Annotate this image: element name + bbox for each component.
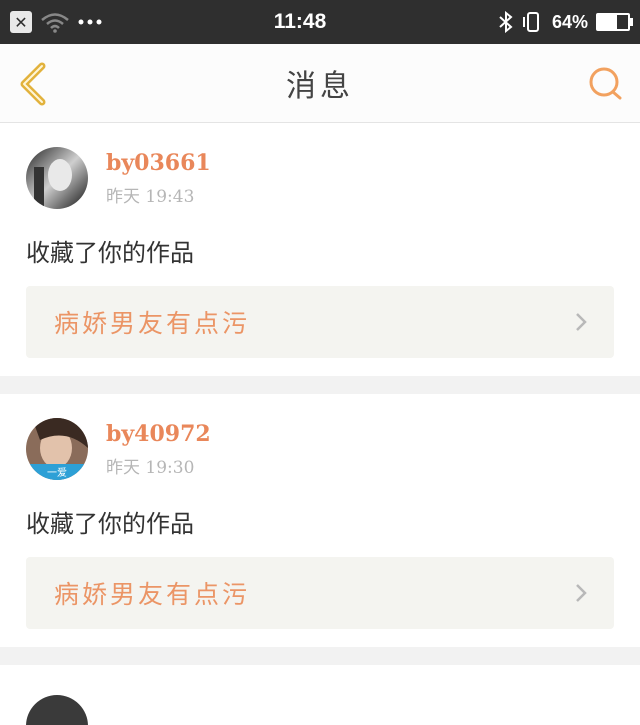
avatar[interactable]	[26, 147, 88, 209]
message-meta: by03661 昨天 19:43	[106, 150, 211, 207]
chevron-right-icon	[576, 584, 587, 602]
work-link[interactable]: 病娇男友有点污	[26, 286, 614, 358]
timestamp: 昨天 19:30	[106, 457, 195, 478]
message-text: 收藏了你的作品	[26, 510, 194, 538]
battery-icon	[596, 13, 633, 31]
message-header: by03661 昨天 19:43	[26, 147, 614, 209]
more-dots-icon	[78, 19, 102, 25]
message-card: 一爱 by40972 昨天 19:30 收藏了你的作品 病娇男友有点污	[0, 394, 640, 647]
status-time: 11:48	[273, 10, 327, 33]
header: 消息	[0, 44, 640, 123]
avatar-badge: 一爱	[47, 466, 67, 479]
username[interactable]: by03661	[106, 150, 211, 176]
page-title: 消息	[286, 69, 354, 104]
message-header: 一爱 by40972 昨天 19:30	[26, 418, 614, 480]
message-text: 收藏了你的作品	[26, 239, 194, 267]
work-link[interactable]: 病娇男友有点污	[26, 557, 614, 629]
phone-vibrate-icon	[522, 12, 539, 32]
username[interactable]: by40972	[106, 421, 211, 447]
status-bar: ✕ 11:48 64%	[0, 0, 640, 44]
bluetooth-icon	[499, 11, 513, 33]
timestamp: 昨天 19:43	[106, 186, 195, 207]
work-title: 病娇男友有点污	[54, 580, 251, 609]
work-title: 病娇男友有点污	[54, 309, 251, 338]
avatar[interactable]	[26, 695, 88, 725]
back-arrow-icon[interactable]	[16, 62, 50, 106]
battery-fill	[598, 15, 618, 29]
chevron-right-icon	[576, 313, 587, 331]
avatar[interactable]: 一爱	[26, 418, 88, 480]
close-notification-icon: ✕	[10, 11, 32, 33]
message-card: by03661 昨天 19:43 收藏了你的作品 病娇男友有点污	[0, 123, 640, 376]
wifi-icon	[41, 13, 69, 33]
search-icon[interactable]	[588, 66, 624, 102]
message-card-partial	[0, 665, 640, 725]
battery-percent: 64%	[551, 11, 588, 32]
status-left: ✕	[10, 11, 102, 33]
status-right: 64%	[498, 11, 633, 33]
message-meta: by40972 昨天 19:30	[106, 421, 211, 478]
